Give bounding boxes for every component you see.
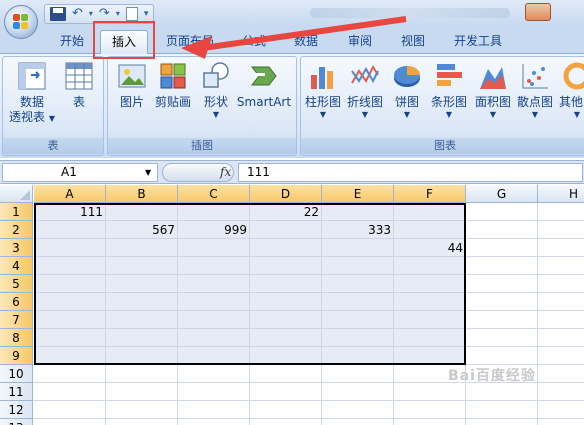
annotation-arrow [181, 16, 407, 59]
arrow-shaft [202, 16, 407, 51]
